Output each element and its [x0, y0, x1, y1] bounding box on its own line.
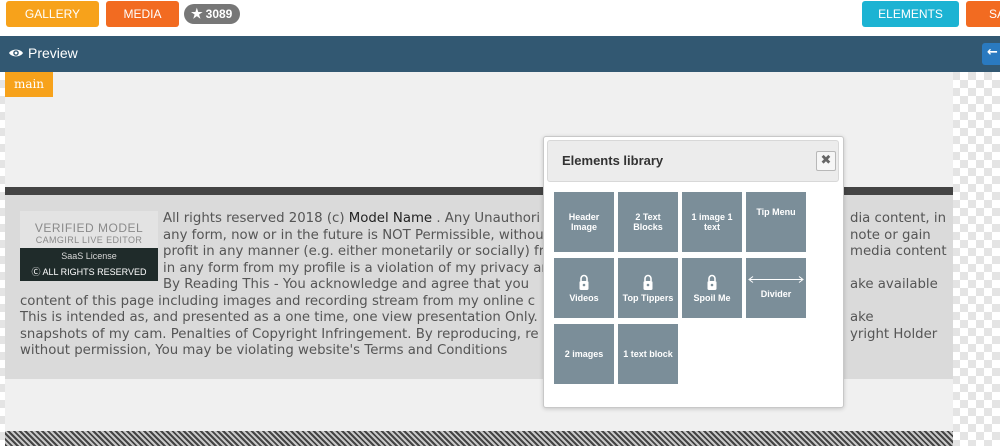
top-toolbar: GALLERY MEDIA ★3089 ELEMENTS SA	[0, 0, 1000, 34]
tile-divider[interactable]: Divider	[746, 258, 806, 318]
dialog-header[interactable]: Elements library ✖	[547, 140, 839, 182]
arrow-left-icon: ←	[987, 45, 998, 60]
save-button[interactable]: SA	[966, 1, 1000, 27]
tile-header-image[interactable]: Header Image	[554, 192, 614, 252]
elements-button[interactable]: ELEMENTS	[862, 1, 959, 27]
tile-top-tippers[interactable]: Top Tippers	[618, 258, 678, 318]
stars-badge[interactable]: ★ 3089	[184, 4, 241, 24]
close-icon: ✖	[820, 153, 832, 168]
tile-tip-menu[interactable]: Tip Menu	[746, 192, 806, 252]
star-icon: ★	[191, 6, 203, 21]
elements-library-dialog: Elements library ✖ Header Image 2 Text B…	[543, 136, 844, 408]
lock-icon	[643, 274, 653, 290]
copyright-text-right: dia content, in note or gain media conte…	[850, 211, 947, 342]
stars-count: 3089	[205, 7, 233, 21]
media-button[interactable]: MEDIA	[106, 1, 179, 27]
section-tag-main[interactable]: main	[5, 72, 53, 97]
tile-spoil-me[interactable]: Spoil Me	[682, 258, 742, 318]
tile-1-text-block[interactable]: 1 text block	[618, 324, 678, 384]
preview-bar: Preview ←	[0, 36, 1000, 72]
lock-icon	[579, 274, 589, 290]
dialog-title: Elements library	[562, 153, 664, 168]
lock-icon	[707, 274, 717, 290]
close-button[interactable]: ✖	[816, 151, 836, 171]
preview-title: Preview	[28, 45, 78, 61]
striped-footer-edge	[5, 431, 953, 446]
preview-canvas: main VERIFIED MODEL CAMGIRL LIVE EDITOR …	[0, 72, 1000, 446]
tile-1-image-1-text[interactable]: 1 image 1 text	[682, 192, 742, 252]
tile-videos[interactable]: Videos	[554, 258, 614, 318]
tile-2-images[interactable]: 2 images	[554, 324, 614, 384]
divider-arrows-icon	[748, 275, 804, 283]
gallery-button[interactable]: GALLERY	[6, 1, 99, 27]
tile-2-text-blocks[interactable]: 2 Text Blocks	[618, 192, 678, 252]
back-button[interactable]: ←	[982, 43, 1000, 65]
eye-icon	[9, 49, 23, 57]
